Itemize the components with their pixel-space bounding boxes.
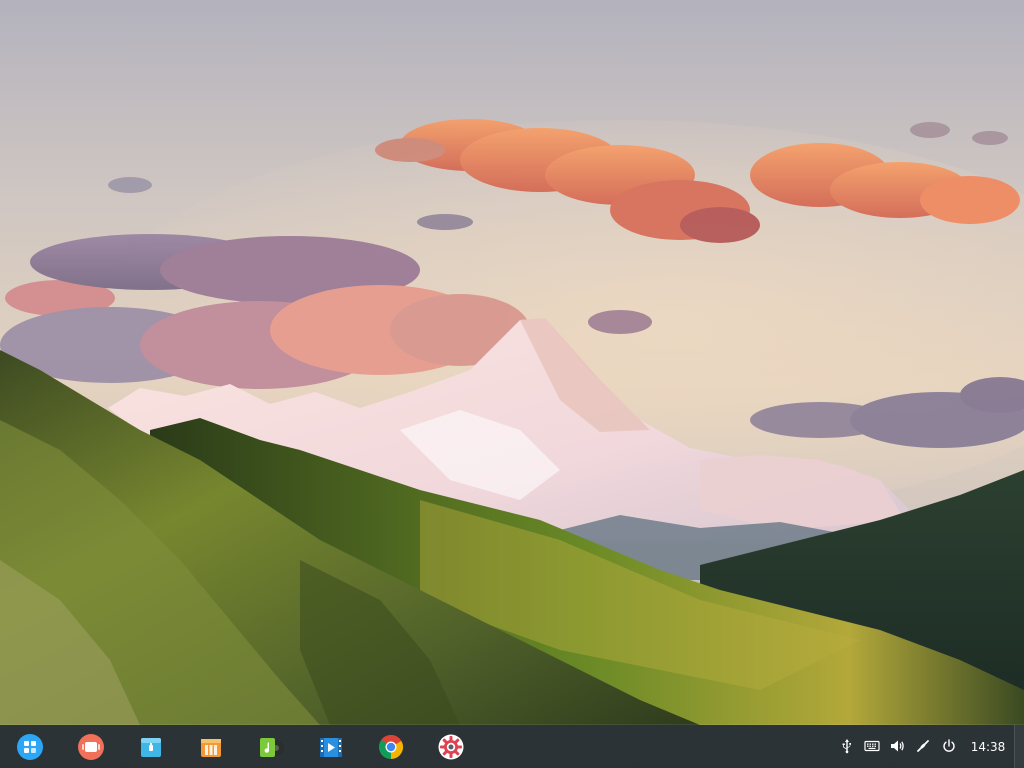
desktop[interactable]: 14:38 bbox=[0, 0, 1024, 768]
chrome-icon bbox=[379, 735, 404, 759]
usb-icon bbox=[842, 739, 851, 754]
movie-icon bbox=[320, 738, 342, 757]
power-icon bbox=[943, 739, 955, 752]
dock-app-multitasking-view[interactable] bbox=[76, 732, 106, 762]
multitasking-icon bbox=[78, 734, 104, 760]
dock: 14:38 bbox=[0, 725, 1024, 768]
wallpaper-mountain-landscape bbox=[0, 0, 1024, 768]
show-desktop-button[interactable] bbox=[1014, 725, 1024, 768]
app-store-icon bbox=[201, 739, 221, 757]
dock-app-file-manager[interactable] bbox=[136, 732, 166, 762]
file-manager-icon bbox=[141, 738, 161, 757]
keyboard-icon bbox=[864, 740, 880, 752]
dock-app-chrome[interactable] bbox=[376, 732, 406, 762]
dock-app-movie[interactable] bbox=[316, 732, 346, 762]
tray-usb[interactable] bbox=[838, 737, 856, 755]
tray-clock[interactable]: 14:38 bbox=[966, 737, 1010, 757]
tray-power[interactable] bbox=[940, 737, 958, 755]
dock-app-control-center[interactable] bbox=[436, 732, 466, 762]
dock-app-music[interactable] bbox=[256, 732, 286, 762]
settings-gear-icon bbox=[438, 734, 464, 760]
tray-network[interactable] bbox=[914, 737, 932, 755]
tray-volume[interactable] bbox=[888, 737, 906, 755]
network-icon bbox=[917, 740, 929, 752]
music-icon bbox=[260, 738, 284, 757]
volume-icon bbox=[891, 740, 904, 752]
launcher-grid-icon bbox=[17, 734, 43, 760]
tray-keyboard[interactable] bbox=[863, 737, 881, 755]
dock-app-app-store[interactable] bbox=[196, 732, 226, 762]
launcher-button[interactable] bbox=[15, 732, 45, 762]
